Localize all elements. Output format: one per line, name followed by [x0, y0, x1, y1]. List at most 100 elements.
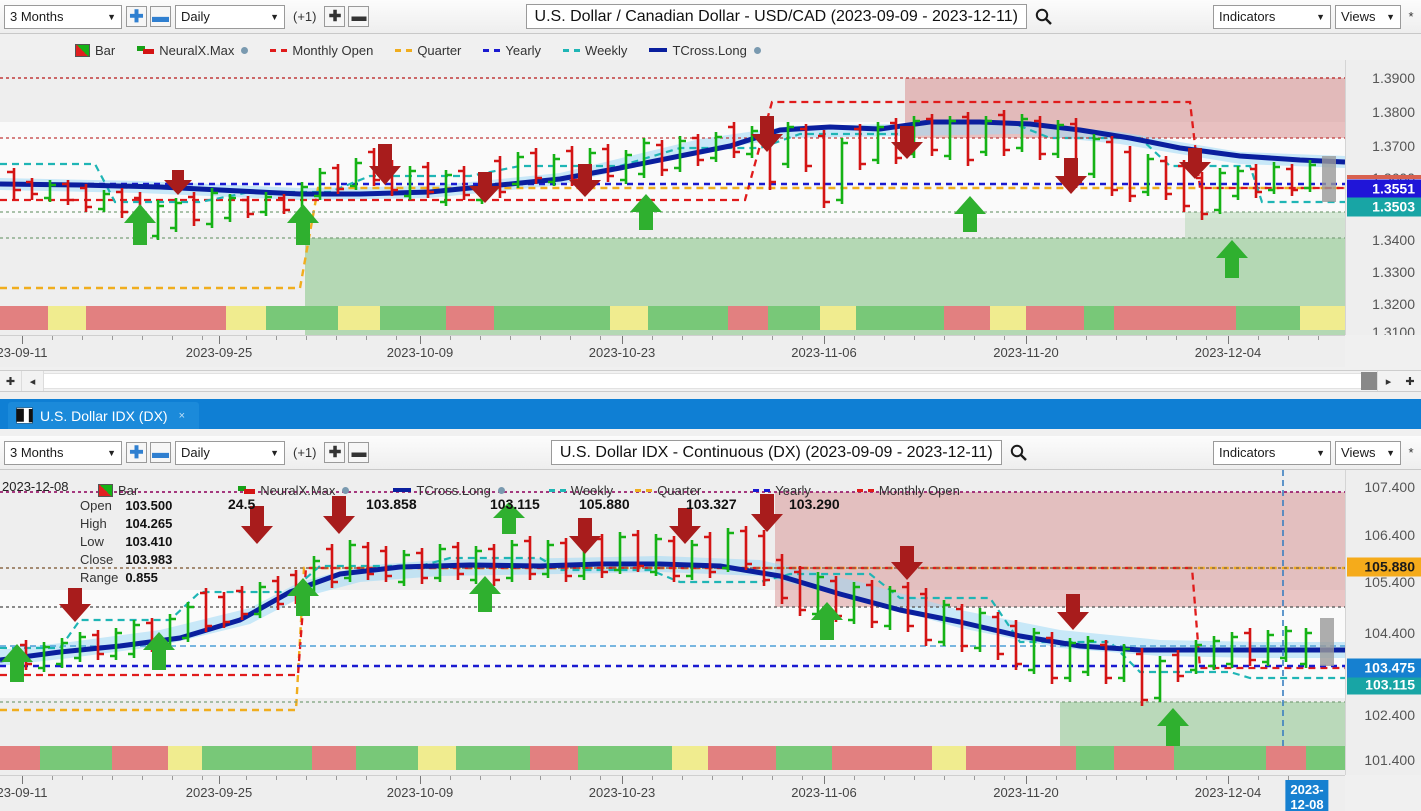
chart2-ohlc-box: 2023-12-08 Open 103.500 High 104.265 Low… [2, 479, 232, 587]
chart1-range-value: 3 Months [10, 9, 64, 24]
chart2-symbol-field[interactable]: U.S. Dollar IDX - Continuous (DX) (2023-… [550, 440, 1002, 465]
chart2-x-label: 2023-10-09 [386, 785, 454, 800]
chart2-views-button[interactable]: Views ▼ [1335, 440, 1402, 465]
chart1-legend-label-tcross: TCross.Long [672, 42, 747, 58]
chart1-scroll-thumb[interactable] [1361, 372, 1377, 390]
chart2-search-icon[interactable] [1006, 444, 1032, 461]
chevron-down-icon: ▼ [1316, 447, 1326, 458]
chart1-scroll-left-button[interactable]: ◂ [22, 371, 44, 391]
chart2-interval-select[interactable]: Daily ▼ [175, 440, 285, 465]
chart1-favorite-button[interactable]: * [1405, 9, 1417, 24]
ohlc-key: Close [80, 552, 114, 567]
chart1-y-pill-weekly[interactable]: 1.3503 [1347, 197, 1421, 217]
table-row: High 104.265 [80, 515, 172, 533]
dashed-line-icon [483, 48, 501, 52]
chart2-bars-minus-button[interactable]: ▬ [348, 442, 370, 463]
chart1-toolbar: 3 Months ▼ ✚ ▬ Daily ▼ (+1) ✚ ▬ U.S. Dol… [0, 0, 1421, 34]
chart1-range-select[interactable]: 3 Months ▼ [4, 4, 122, 29]
chart1-scroll-expand-button[interactable]: ✚ [1399, 371, 1421, 391]
chart1-range-minus-button[interactable]: ▬ [150, 6, 171, 27]
ohlc-value: 103.410 [125, 534, 173, 549]
chart1-x-label: 2023-12-04 [1194, 345, 1262, 360]
chart1-legend-item-monthly-open[interactable]: Monthly Open [270, 43, 373, 58]
tab-title: U.S. Dollar IDX (DX) [40, 407, 168, 424]
neuralx-swatch-icon [137, 45, 155, 55]
chart1-plot-svg [0, 60, 1345, 335]
chart1-indicators-label: Indicators [1219, 9, 1276, 24]
chart2-x-label: 23-09-11 [0, 785, 48, 800]
chart1-search-icon[interactable] [1031, 8, 1057, 25]
chart1-scroll-right-button[interactable]: ▸ [1377, 371, 1399, 391]
chart1-bars-minus-button[interactable]: ▬ [348, 6, 370, 27]
chart2-value-neuralx: 24.5 [228, 496, 256, 512]
chart1-x-ticks [0, 336, 1345, 344]
chart2-favorite-button[interactable]: * [1405, 445, 1417, 460]
chart1-bars-plus-button[interactable]: ✚ [324, 6, 346, 27]
info-dot-icon[interactable] [241, 46, 249, 54]
dashed-line-icon [270, 48, 288, 52]
chart1-neuralx-strip [0, 306, 1345, 330]
chart1-scroll-track[interactable] [44, 373, 1361, 389]
chart2-range-select[interactable]: 3 Months ▼ [4, 440, 122, 465]
chart2-range-minus-button[interactable]: ▬ [150, 442, 171, 463]
chart2-y-pill-last[interactable]: 103.475 [1347, 658, 1421, 678]
chart1-legend-label-yearly: Yearly [505, 42, 542, 58]
table-row: Low 103.410 [80, 533, 172, 551]
chart1-legend-item-neuralx[interactable]: NeuralX.Max [137, 43, 249, 58]
chart2-y-label: 104.400 [1364, 625, 1415, 641]
chart1-legend-label-monthly-open: Monthly Open [292, 42, 374, 58]
chart1-range-plus-button[interactable]: ✚ [126, 6, 147, 27]
dashed-line-icon [563, 48, 581, 52]
chart2-x-label: 2023-10-23 [588, 785, 656, 800]
tab-usd-idx[interactable]: ▉▐ U.S. Dollar IDX (DX) × [8, 402, 200, 429]
chart1-y-axis[interactable]: 1.3900 1.3800 1.3700 1.3600 1.3400 1.330… [1345, 60, 1421, 335]
chart1-legend-label-quarter: Quarter [417, 42, 462, 58]
chart1-legend-item-yearly[interactable]: Yearly [483, 43, 541, 58]
chart1-y-label: 1.3100 [1372, 324, 1415, 335]
chart1-views-button[interactable]: Views ▼ [1335, 4, 1402, 29]
chart1-plot-area[interactable] [0, 60, 1345, 335]
chart1-interval-select[interactable]: Daily ▼ [175, 4, 285, 29]
close-icon[interactable]: × [179, 410, 185, 422]
chart1-legend-item-weekly[interactable]: Weekly [563, 43, 627, 58]
ohlc-key: Range [80, 570, 119, 585]
chevron-down-icon: ▼ [270, 11, 279, 22]
chart1-y-label: 1.3300 [1372, 264, 1415, 280]
chart1-legend-item-quarter[interactable]: Quarter [395, 43, 461, 58]
chart1-scroll-add-button[interactable]: ✚ [0, 371, 22, 391]
chart2-interval-value: Daily [181, 445, 210, 460]
chart2-y-label: 102.400 [1364, 707, 1415, 723]
ohlc-value: 103.983 [125, 552, 173, 567]
chart2-y-pill-quarter[interactable]: 105.880 [1347, 557, 1421, 577]
chart2-y-axis[interactable]: 107.400 106.400 105.400 104.400 102.400 … [1345, 470, 1421, 775]
chart1-legend-item-bar[interactable]: Bar [75, 43, 115, 58]
chart1-y-label: 1.3800 [1372, 104, 1415, 120]
chart2-ohlc-table: Open 103.500 High 104.265 Low 103.410 Cl… [80, 497, 172, 587]
chart1-indicators-select[interactable]: Indicators ▼ [1213, 4, 1332, 29]
chart1-y-label: 1.3400 [1372, 232, 1415, 248]
chevron-down-icon: ▼ [107, 447, 116, 458]
chart1-legend-item-tcross[interactable]: TCross.Long [649, 42, 761, 58]
chart2-x-axis[interactable]: 23-09-11 2023-09-25 2023-10-09 2023-10-2… [0, 775, 1345, 811]
chart2-range-value: 3 Months [10, 445, 64, 460]
chart1-x-axis[interactable]: 23-09-11 2023-09-25 2023-10-09 2023-10-2… [0, 335, 1345, 367]
chart2-range-plus-button[interactable]: ✚ [126, 442, 147, 463]
chart2-indicators-select[interactable]: Indicators ▼ [1213, 440, 1332, 465]
chart2-y-label: 107.400 [1364, 479, 1415, 495]
trading-app-window: 3 Months ▼ ✚ ▬ Daily ▼ (+1) ✚ ▬ U.S. Dol… [0, 0, 1421, 811]
chart1-x-label: 2023-10-09 [386, 345, 454, 360]
chart1-x-label: 2023-10-23 [588, 345, 656, 360]
chart2-indicators-label: Indicators [1219, 445, 1276, 460]
chart1-x-label: 2023-09-25 [185, 345, 253, 360]
chart2-value-quarter: 105.880 [579, 496, 630, 512]
chart1-symbol-field[interactable]: U.S. Dollar / Canadian Dollar - USD/CAD … [525, 4, 1027, 29]
chart1-horizontal-scrollbar[interactable]: ✚ ◂ ▸ ✚ [0, 370, 1421, 392]
info-dot-icon[interactable] [753, 46, 761, 54]
chart1-y-pill-yearly[interactable]: 1.3551 [1347, 179, 1421, 199]
chart2-bars-plus-button[interactable]: ✚ [324, 442, 346, 463]
table-row: Range 0.855 [80, 569, 172, 587]
chart2-y-pill-weekly[interactable]: 103.115 [1347, 675, 1421, 695]
ohlc-key: Low [80, 534, 104, 549]
ohlc-value: 103.500 [125, 498, 173, 513]
ohlc-value: 104.265 [125, 516, 173, 531]
